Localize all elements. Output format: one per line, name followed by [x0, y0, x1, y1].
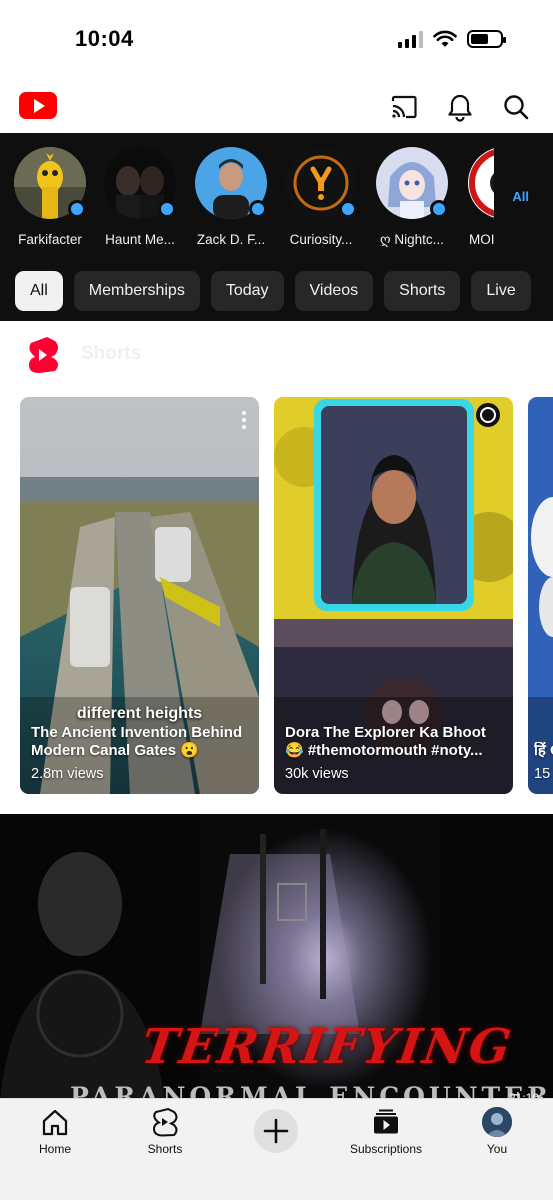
- nav-you[interactable]: You: [442, 1107, 552, 1156]
- cast-icon[interactable]: [389, 92, 419, 122]
- subscriptions-and-filters: Farkifacter Haunt Me... Zack D. F... Cur…: [0, 133, 553, 321]
- shorts-shelf-header: Shorts: [0, 321, 553, 391]
- short-views: 30k views: [285, 766, 349, 782]
- shorts-logo-icon: [29, 337, 58, 373]
- app-header: [0, 80, 553, 133]
- short-card[interactable]: हिं Oc 15: [528, 397, 553, 794]
- video-title-art: TERRIFYING: [138, 1019, 517, 1075]
- nav-shorts[interactable]: Shorts: [110, 1107, 220, 1156]
- subscriptions-icon: [374, 1109, 398, 1134]
- nav-home-label: Home: [38, 1142, 71, 1156]
- shorts-carousel: different heights The Ancient Invention …: [20, 397, 553, 794]
- plus-icon: [263, 1118, 289, 1144]
- cellular-signal-icon: [398, 30, 423, 48]
- nav-subscriptions[interactable]: Subscriptions: [331, 1107, 441, 1156]
- channel-avatar: [468, 147, 494, 219]
- you-avatar: [482, 1107, 512, 1137]
- nav-subscriptions-label: Subscriptions: [349, 1142, 423, 1156]
- chip-all[interactable]: All: [15, 271, 63, 311]
- status-time: 10:04: [75, 26, 134, 51]
- chip-today[interactable]: Today: [210, 271, 284, 311]
- header-actions: [389, 92, 531, 122]
- search-icon[interactable]: [501, 92, 531, 122]
- shorts-icon: [152, 1107, 178, 1137]
- battery-icon: [467, 30, 506, 48]
- all-subscriptions-link[interactable]: All: [512, 189, 529, 204]
- channel-avatar: [376, 147, 448, 219]
- chip-live[interactable]: Live: [471, 271, 531, 311]
- chip-memberships[interactable]: Memberships: [73, 271, 200, 311]
- channel-name: Haunt Me...: [105, 232, 175, 247]
- new-content-dot: [339, 200, 357, 218]
- chip-videos[interactable]: Videos: [294, 271, 374, 311]
- short-meta: Dora The Explorer Ka Bhoot 😂 #themotormo…: [285, 724, 503, 782]
- channel-name: ღ Nightc...: [380, 232, 444, 247]
- subscription-channel[interactable]: Haunt Me...: [96, 147, 184, 247]
- channel-name: MOI: [469, 232, 494, 247]
- subscription-channel[interactable]: Zack D. F...: [187, 147, 275, 247]
- short-views: 15: [534, 766, 551, 782]
- short-meta: हिं Oc 15: [534, 742, 553, 782]
- channel-avatar: [285, 147, 357, 219]
- subscriptions-carousel: Farkifacter Haunt Me... Zack D. F... Cur…: [0, 147, 553, 257]
- subscription-channel[interactable]: MOI: [458, 147, 494, 247]
- status-icons: [398, 30, 506, 48]
- youtube-home-screen: 10:04 Farkifacter Haunt Me... Zack D. F.…: [0, 0, 553, 1200]
- channel-name: Curiosity...: [289, 232, 353, 247]
- subscription-channel[interactable]: Farkifacter: [6, 147, 94, 247]
- short-overlay-text: different heights: [76, 705, 203, 722]
- create-button[interactable]: [254, 1109, 298, 1153]
- home-icon: [42, 1109, 68, 1136]
- short-thumbnail: [528, 397, 553, 794]
- new-content-dot: [249, 200, 267, 218]
- status-bar: 10:04: [0, 0, 553, 80]
- subscription-channel[interactable]: ღ Nightc...: [368, 147, 456, 248]
- nav-home[interactable]: Home: [0, 1107, 110, 1156]
- chip-shorts[interactable]: Shorts: [384, 271, 461, 311]
- more-options-icon[interactable]: [242, 411, 246, 432]
- short-views: 2.8m views: [31, 766, 104, 782]
- new-content-dot: [68, 200, 86, 218]
- channel-name: Zack D. F...: [196, 232, 266, 247]
- channel-avatar: [195, 147, 267, 219]
- bottom-navigation: Home Shorts Subscriptions You: [0, 1098, 553, 1200]
- short-meta: The Ancient Invention Behind Modern Cana…: [31, 724, 249, 782]
- nav-you-label: You: [486, 1142, 508, 1156]
- short-title: हिं Oc: [534, 742, 553, 759]
- filter-chips: All Memberships Today Videos Shorts Live: [15, 271, 531, 311]
- video-thumbnail[interactable]: TERRIFYING PARANORMAL ENCOUNTER 21:10: [0, 814, 553, 1104]
- channel-name: Farkifacter: [18, 232, 82, 247]
- wifi-icon: [433, 30, 457, 47]
- new-content-dot: [430, 200, 448, 218]
- channel-avatar: [104, 147, 176, 219]
- short-title: The Ancient Invention Behind Modern Cana…: [31, 724, 243, 759]
- channel-avatar: [14, 147, 86, 219]
- subscription-channel[interactable]: Curiosity...: [277, 147, 365, 247]
- shorts-shelf-title: Shorts: [81, 343, 142, 364]
- short-title: Dora The Explorer Ka Bhoot 😂 #themotormo…: [285, 724, 486, 759]
- youtube-logo-icon[interactable]: [19, 92, 57, 119]
- notifications-bell-icon[interactable]: [445, 92, 475, 122]
- new-content-dot: [158, 200, 176, 218]
- nav-shorts-label: Shorts: [147, 1142, 183, 1156]
- short-card[interactable]: different heights The Ancient Invention …: [20, 397, 259, 794]
- short-card[interactable]: Dora The Explorer Ka Bhoot 😂 #themotormo…: [274, 397, 513, 794]
